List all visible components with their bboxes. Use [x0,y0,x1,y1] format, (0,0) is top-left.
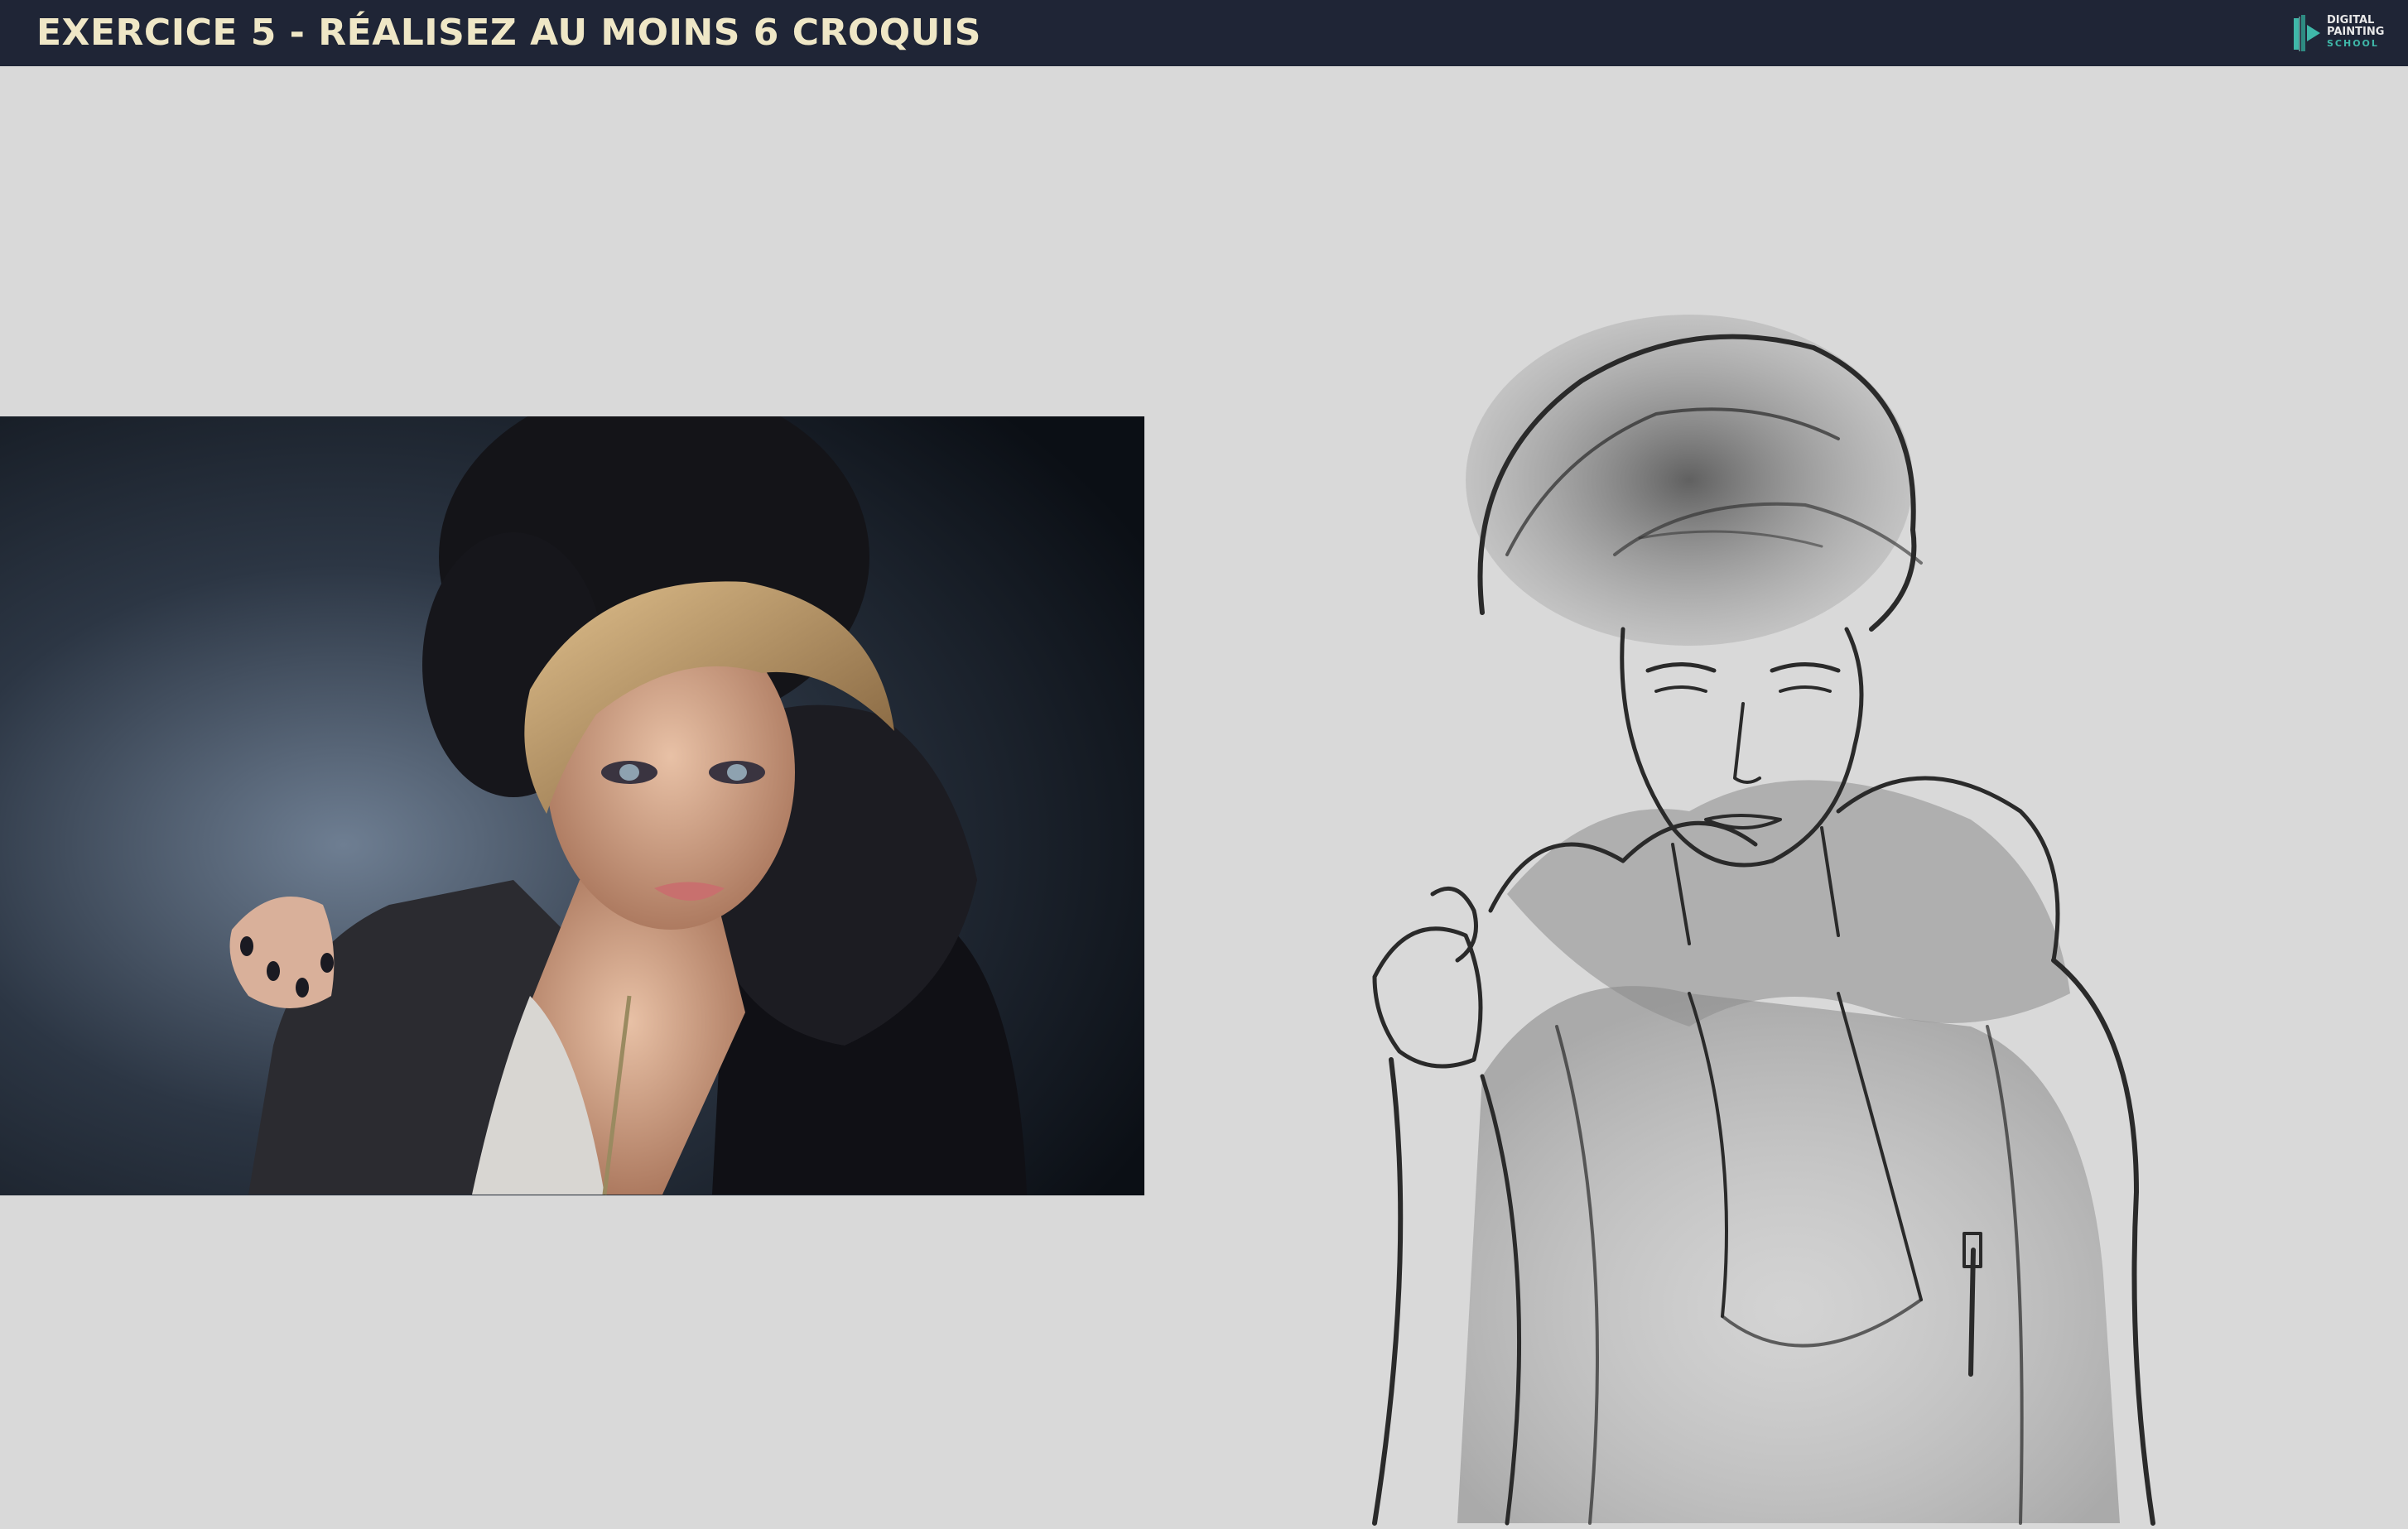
logo-word-1: DIGITAL [2327,14,2375,26]
logo-text: DIGITAL PAINTING SCHOOL [2327,15,2384,50]
header-bar: EXERCICE 5 - RÉALISEZ AU MOINS 6 CROQUIS… [0,0,2408,66]
page-title: EXERCICE 5 - RÉALISEZ AU MOINS 6 CROQUIS [36,12,981,54]
brand-logo: DIGITAL PAINTING SCHOOL [2292,12,2391,55]
sketch-drawing [1341,281,2335,1529]
logo-word-3: SCHOOL [2327,38,2379,49]
reference-photo [0,416,1144,1195]
logo-word-2: PAINTING [2327,26,2385,38]
logo-icon [2294,15,2320,51]
